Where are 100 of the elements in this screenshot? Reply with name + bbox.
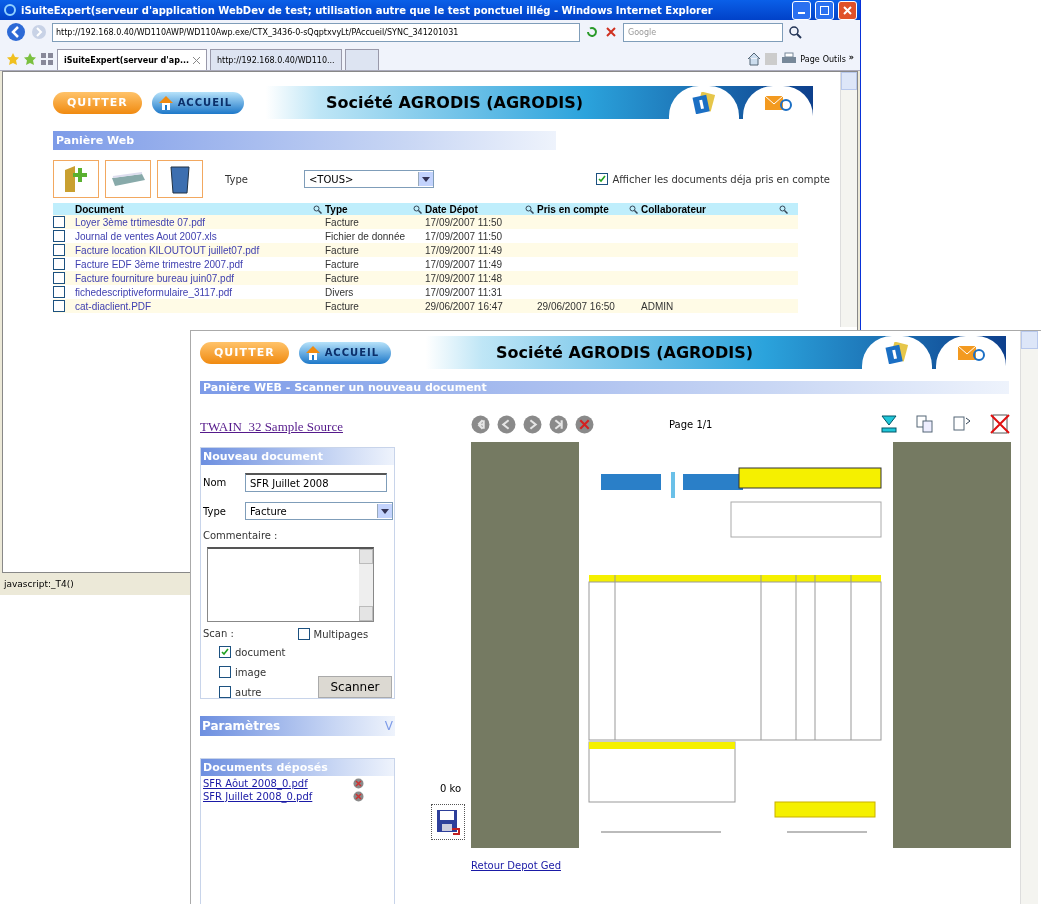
scanner-icon <box>110 170 146 188</box>
checkbox[interactable] <box>596 173 609 185</box>
home-button[interactable]: ACCUEIL <box>298 341 392 364</box>
column-header[interactable]: Type <box>325 203 348 215</box>
page-swap-icon[interactable] <box>952 414 972 434</box>
delete-page-icon[interactable] <box>989 413 1011 435</box>
company-name: Société AGRODIS (AGRODIS) <box>325 93 585 112</box>
table-cell-text: Facture <box>325 300 360 312</box>
info-tab[interactable] <box>862 336 932 369</box>
checkbox[interactable] <box>53 216 65 228</box>
checkbox[interactable] <box>219 686 231 698</box>
scrollbar[interactable] <box>1020 331 1038 904</box>
scanner-source-link[interactable]: TWAIN_32 Sample Source <box>200 419 343 434</box>
delete-icon[interactable] <box>353 778 364 789</box>
browser-tab[interactable]: iSuiteExpert(serveur d'ap... <box>57 49 207 70</box>
comment-field[interactable] <box>207 547 374 622</box>
refresh-icon[interactable] <box>585 25 599 39</box>
browser-tab[interactable]: http://192.168.0.40/WD110... <box>210 49 342 70</box>
table-row[interactable]: Loyer 3ème trtimesdte 07.pdf Facture 17/09/2007 11:50 <box>53 215 798 229</box>
scan-button[interactable]: Scanner <box>318 676 392 698</box>
add-document-button[interactable] <box>53 160 99 198</box>
address-field[interactable]: http://192.168.0.40/WD110AWP/WD110Awp.exe/CTX_3436-0-sQqptxvyLt/PAccueil/SYNC_341201031 <box>52 22 580 42</box>
close-button[interactable] <box>838 0 857 20</box>
file-link[interactable]: SFR Juillet 2008_0.pdf <box>203 791 313 802</box>
table-row[interactable]: Facture location KILOUTOUT juillet07.pdf Facture 17/09/2007 11:49 <box>53 243 798 257</box>
trash-button[interactable] <box>157 160 203 198</box>
next-icon[interactable] <box>523 414 542 434</box>
section-header: Panière Web <box>53 131 556 150</box>
search-icon[interactable] <box>313 204 322 214</box>
type-select[interactable]: Facture <box>245 502 393 520</box>
checkbox[interactable] <box>219 646 231 658</box>
column-header[interactable]: Pris en compte <box>537 203 609 215</box>
checkbox[interactable] <box>53 244 65 256</box>
table-cell-text: 17/09/2007 11:49 <box>425 258 504 270</box>
column-header[interactable]: Date Dépot <box>425 203 478 215</box>
overflow-chevron[interactable]: » <box>848 53 854 62</box>
folder-plus-icon <box>63 164 89 194</box>
close-icon <box>843 5 852 15</box>
house-icon <box>157 94 174 111</box>
command-menu[interactable]: Page <box>800 55 820 64</box>
minimize-button[interactable] <box>792 0 811 20</box>
scrollbar[interactable] <box>840 72 857 327</box>
document-link[interactable]: fichedescriptiveformulaire_3117.pdf <box>75 286 325 298</box>
maximize-button[interactable] <box>815 0 834 20</box>
table-row[interactable]: Facture fourniture bureau juin07.pdf Facture 17/09/2007 11:48 <box>53 271 798 285</box>
document-link[interactable]: Journal de ventes Aout 2007.xls <box>75 230 325 242</box>
type-select[interactable]: <TOUS> <box>303 170 434 188</box>
mail-tab[interactable] <box>743 86 813 119</box>
table-cell-text: 17/09/2007 11:49 <box>425 244 504 256</box>
table-cell-text: 29/06/2007 16:47 <box>425 300 504 312</box>
document-link[interactable]: cat-diaclient.PDF <box>75 300 325 312</box>
mail-tab[interactable] <box>936 336 1006 369</box>
column-header[interactable]: Document <box>75 203 124 215</box>
back-icon[interactable] <box>6 22 26 42</box>
checkbox[interactable] <box>53 300 65 312</box>
table-row[interactable]: cat-diaclient.PDF Facture 29/06/2007 16:47 29/06/2007 16:50 ADMIN <box>53 299 798 313</box>
column-header[interactable]: Collaborateur <box>641 203 706 215</box>
scan-label: Scan : <box>203 628 235 640</box>
command-menu[interactable]: Outils <box>822 55 846 64</box>
checkbox[interactable] <box>219 666 231 678</box>
checkbox[interactable] <box>53 286 65 298</box>
table-cell-text: 17/09/2007 11:48 <box>425 272 504 284</box>
search-icon[interactable] <box>779 204 788 214</box>
search-icon[interactable] <box>788 25 802 39</box>
home-icon[interactable] <box>747 52 762 66</box>
previous-icon[interactable] <box>497 414 516 434</box>
delete-icon[interactable] <box>353 791 364 802</box>
stop-icon[interactable] <box>604 25 618 39</box>
document-link[interactable]: Facture fourniture bureau juin07.pdf <box>75 272 325 284</box>
type-label: Type <box>225 173 248 185</box>
search-icon[interactable] <box>413 204 422 214</box>
close-icon[interactable] <box>193 56 200 64</box>
checkbox[interactable] <box>53 230 65 242</box>
first-page-icon[interactable] <box>471 414 490 434</box>
save-button[interactable] <box>431 804 465 840</box>
checkbox[interactable] <box>297 628 310 640</box>
document-link[interactable]: Facture location KILOUTOUT juillet07.pdf <box>75 244 325 256</box>
info-tab[interactable] <box>669 86 739 119</box>
search-icon[interactable] <box>629 204 638 214</box>
file-link[interactable]: SFR Aôut 2008_0.pdf <box>203 778 308 789</box>
last-page-icon[interactable] <box>549 414 568 434</box>
pages-icon[interactable] <box>915 414 935 434</box>
document-link[interactable]: Facture EDF 3ème trimestre 2007.pdf <box>75 258 325 270</box>
cancel-icon[interactable] <box>575 414 594 434</box>
trash-icon <box>170 164 190 194</box>
name-field[interactable]: SFR Juillet 2008 <box>245 473 387 492</box>
caret-icon <box>381 508 389 514</box>
star-icon[interactable] <box>6 52 20 66</box>
checkbox[interactable] <box>53 258 65 270</box>
download-icon[interactable] <box>880 414 898 434</box>
checkbox[interactable] <box>53 272 65 284</box>
search-icon[interactable] <box>525 204 534 214</box>
grid-icon[interactable] <box>40 52 54 66</box>
card-icon <box>691 91 717 114</box>
panel-title: Paramètres <box>202 719 281 733</box>
document-link[interactable]: Loyer 3ème trtimesdte 07.pdf <box>75 216 325 228</box>
home-button[interactable]: ACCUEIL <box>151 91 245 114</box>
checkbox-label: document <box>235 646 286 658</box>
back-link[interactable]: Retour Depot Ged <box>471 860 1011 871</box>
print-icon[interactable] <box>781 52 798 66</box>
